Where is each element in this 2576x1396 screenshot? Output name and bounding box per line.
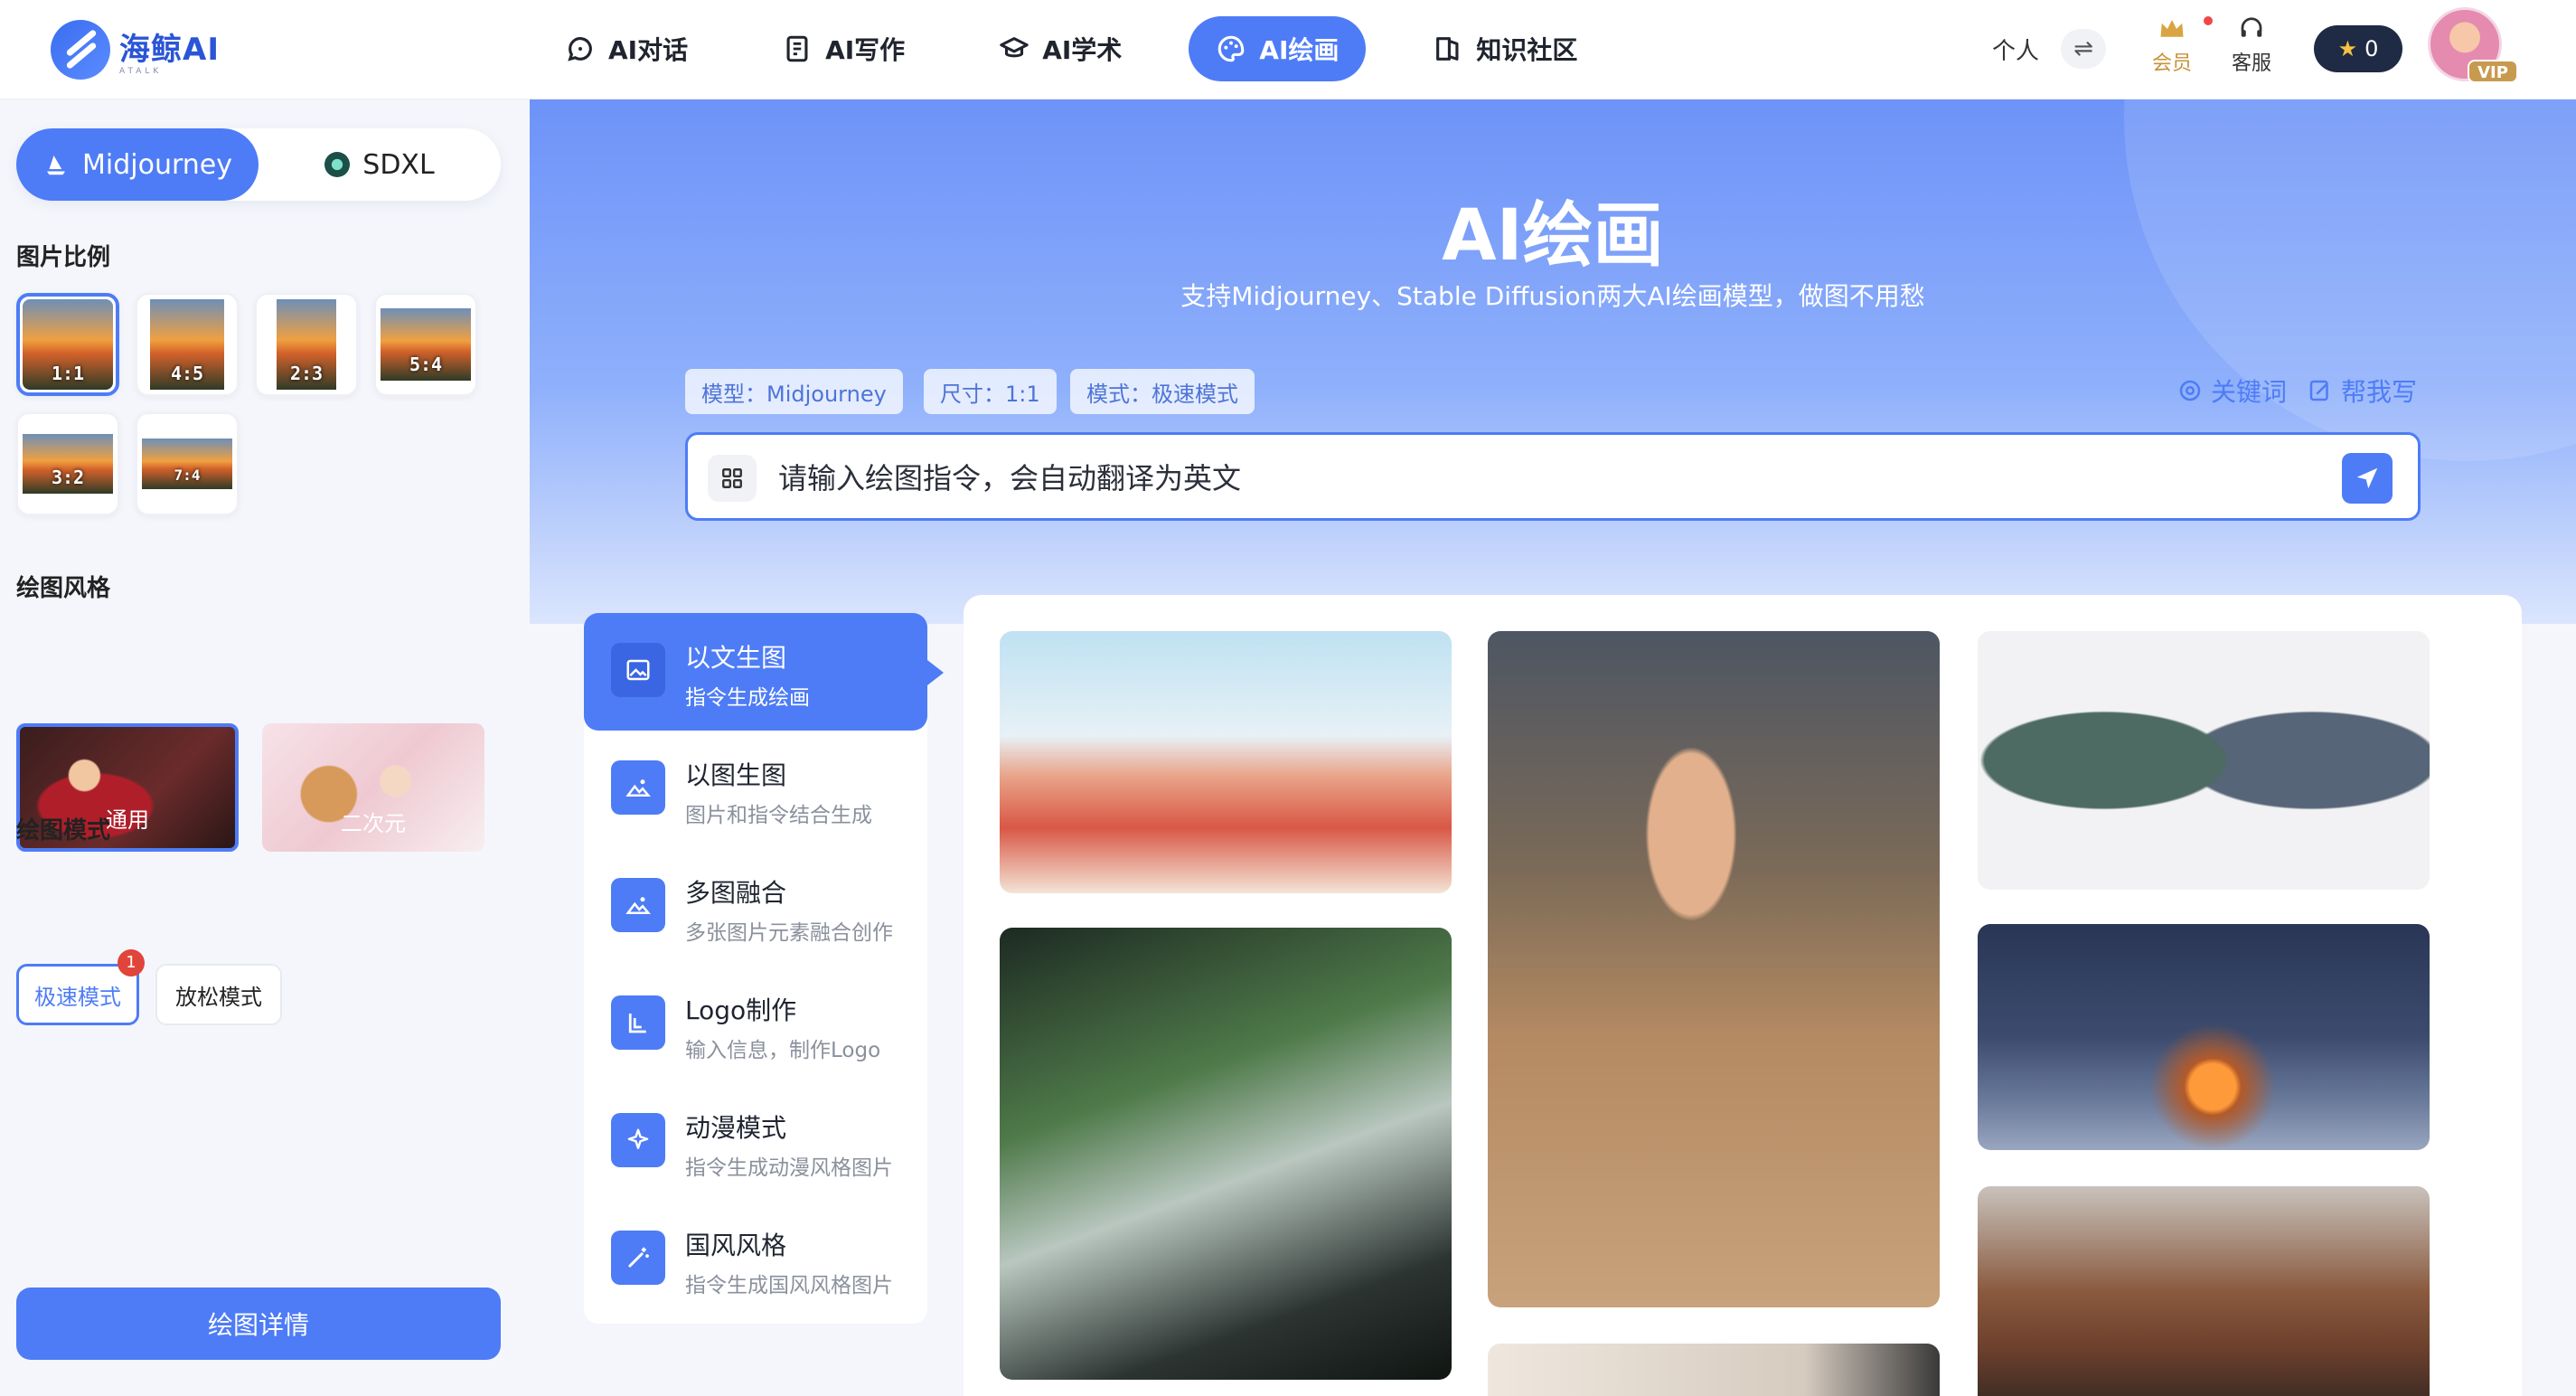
chip-size: 尺寸：1:1 [924,369,1057,414]
gallery-image-campfire[interactable] [1978,924,2430,1150]
mode-chinese-style[interactable]: 国风风格 指令生成国风风格图片 [584,1201,927,1318]
brand-sub: ATALK [119,66,163,76]
edit-icon [2309,380,2328,401]
prompt-templates-button[interactable] [708,455,757,502]
headset-icon [2241,17,2262,37]
nav-ai-writing[interactable]: AI写作 [755,16,932,81]
fast-mode-badge: 1 [118,949,145,976]
prompt-input[interactable] [778,453,2297,504]
top-bar: 海鲸AI ATALK AI对话 AI写作 AI学术 AI绘画 知识社区 个人 ⇌… [0,0,2576,99]
chip-model: 模型：Midjourney [685,369,903,414]
sparkle-icon [627,1128,649,1149]
chat-icon [568,37,592,61]
mode-fast-button[interactable]: 极速模式 [16,964,139,1025]
customer-service-button[interactable]: 客服 [2220,16,2283,76]
ratio-section-title: 图片比例 [16,244,111,271]
send-button[interactable] [2342,453,2393,504]
example-gallery [964,595,2522,1396]
main-nav: AI对话 AI写作 AI学术 AI绘画 知识社区 [538,16,1604,81]
whale-logo-icon [51,20,110,80]
target-icon [2179,380,2201,401]
landscape-icon [625,897,651,914]
model-toggle: Midjourney SDXL [16,128,501,201]
mode-anime[interactable]: 动漫模式 指令生成动漫风格图片 [584,1083,927,1201]
chip-mode: 模式：极速模式 [1070,369,1255,414]
landscape-icon [625,779,651,797]
brand-logo[interactable]: 海鲸AI ATALK [51,18,220,81]
brand-name: 海鲸AI [119,31,220,68]
mode-multi-image-fusion[interactable]: 多图融合 多张图片元素融合创作 [584,848,927,966]
crown-icon [2160,20,2184,37]
nav-ai-painting[interactable]: AI绘画 [1189,16,1367,81]
drawing-mode-list: 以文生图 指令生成绘画 以图生图 图片和指令结合生成 多图融合 多张图片元素融合… [584,613,944,1324]
gallery-image-partial[interactable] [1488,1344,1940,1396]
gallery-image-city-street[interactable] [1000,631,1452,893]
mode-logo-maker[interactable]: Logo制作 输入信息，制作Logo [584,966,927,1083]
nav-ai-academic[interactable]: AI学术 [972,16,1149,81]
magic-wand-icon [627,1247,649,1269]
ratio-option-2-3[interactable]: 2:3 [255,293,358,396]
model-sdxl-tab[interactable]: SDXL [259,128,501,201]
member-notification-dot [2204,16,2213,25]
nav-knowledge-community[interactable]: 知识社区 [1406,16,1604,81]
coin-balance[interactable]: ★ 0 [2314,25,2402,72]
style-section-title: 绘图风格 [16,575,111,602]
mode-image-to-image[interactable]: 以图生图 图片和指令结合生成 [584,731,927,848]
sailboat-icon [47,156,65,175]
document-icon [786,35,808,62]
gallery-image-old-house[interactable] [1978,1186,2430,1396]
nav-ai-chat[interactable]: AI对话 [538,16,715,81]
image-icon [626,659,650,681]
mode-text-to-image[interactable]: 以文生图 指令生成绘画 [584,613,944,731]
gallery-image-monsters[interactable] [1978,631,2430,890]
mode-relax-button[interactable]: 放松模式 [155,964,282,1025]
page-subtitle: 支持Midjourney、Stable Diffusion两大AI绘画模型，做图… [1180,281,1925,311]
member-button[interactable]: 会员 [2140,16,2204,76]
palette-icon [1217,35,1245,62]
star-icon: ★ [2337,36,2358,61]
ratio-option-3-2[interactable]: 3:2 [16,412,119,515]
model-midjourney-tab[interactable]: Midjourney [16,128,259,201]
book-icon [1436,37,1459,61]
drawing-details-button[interactable]: 绘图详情 [16,1288,501,1360]
keywords-link[interactable]: 关键词 [2176,373,2287,409]
graduation-cap-icon [1000,37,1029,58]
hero-banner: AI绘画 支持Midjourney、Stable Diffusion两大AI绘画… [530,99,2576,624]
mode-section-title: 绘图模式 [16,817,111,844]
personal-label[interactable]: 个人 [1992,33,2039,66]
ratio-option-5-4[interactable]: 5:4 [374,293,477,396]
grid-icon [722,468,742,488]
prompt-box [685,432,2421,521]
vip-badge: VIP [2468,60,2518,83]
help-me-write-link[interactable]: 帮我写 [2307,373,2417,409]
gallery-image-boy-model[interactable] [1488,631,1940,1307]
ratio-option-4-5[interactable]: 4:5 [136,293,239,396]
page-title: AI绘画 [1442,195,1664,277]
send-icon [2356,467,2378,489]
left-sidebar: Midjourney SDXL 图片比例 1:1 4:5 2:3 5:4 3:2… [0,99,530,1396]
sdxl-logo-icon [324,152,351,177]
ratio-option-1-1[interactable]: 1:1 [16,293,119,396]
switch-workspace-button[interactable]: ⇌ [2061,29,2106,69]
gallery-image-green-office[interactable] [1000,928,1452,1380]
logo-icon [628,1014,646,1033]
ratio-option-7-4[interactable]: 7:4 [136,412,239,515]
style-anime-card[interactable]: 二次元 [262,723,484,852]
